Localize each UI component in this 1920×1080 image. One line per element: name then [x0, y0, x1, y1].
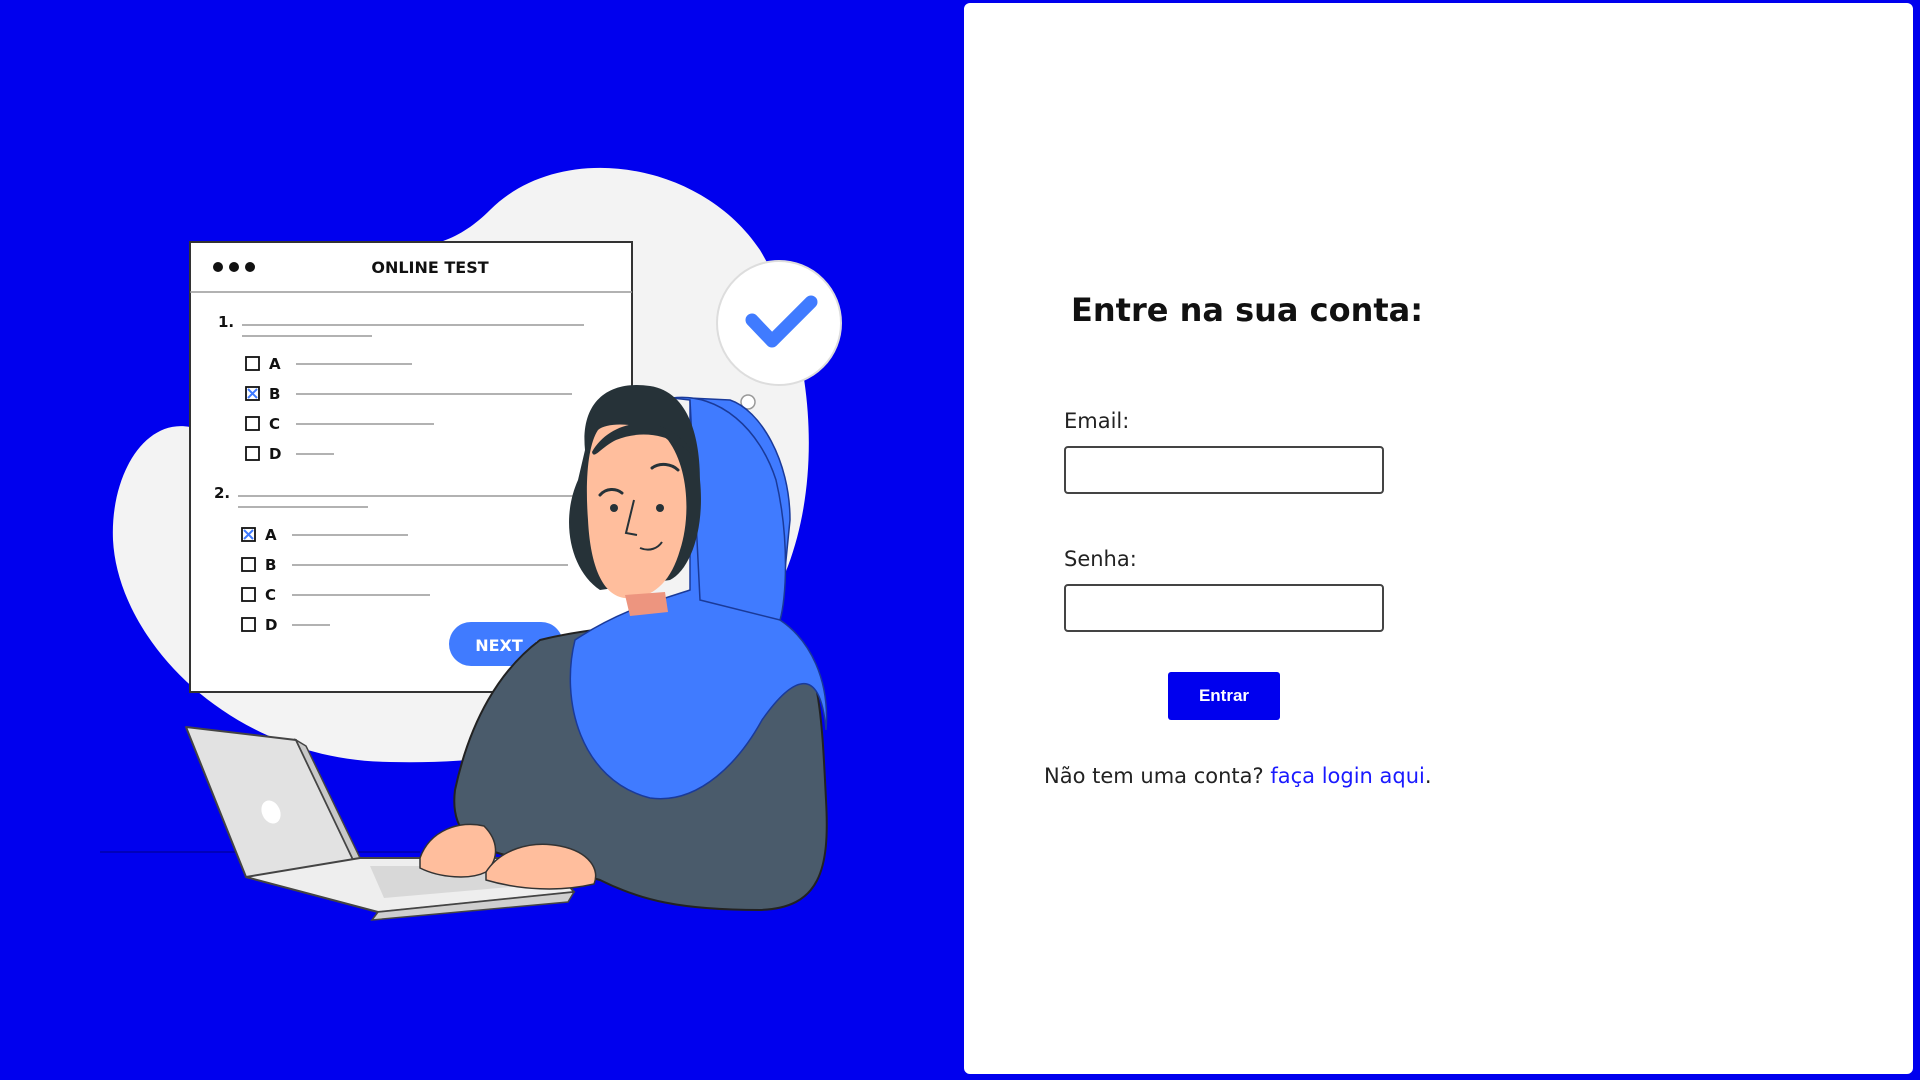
option-label: D [265, 616, 277, 634]
password-label: Senha: [1064, 547, 1137, 571]
login-title: Entre na sua conta: [1071, 291, 1424, 329]
login-submit-button[interactable]: Entrar [1168, 672, 1280, 720]
window-dot-icon [229, 262, 239, 272]
illustration-panel: ONLINE TEST 1. A B C D 2. A B C D NEXT [0, 0, 960, 1080]
signup-suffix: . [1424, 764, 1432, 788]
question-number: 2. [214, 484, 230, 502]
password-field[interactable] [1064, 584, 1384, 632]
option-label: C [269, 415, 280, 433]
option-label: A [265, 526, 277, 544]
test-window: ONLINE TEST 1. A B C D 2. A B C D NEXT [189, 241, 633, 693]
signup-prefix: Não tem uma conta? [1044, 764, 1264, 788]
next-button-label: NEXT [475, 636, 523, 655]
checkbox-icon [245, 356, 260, 371]
window-dot-icon [213, 262, 223, 272]
signup-prompt: Não tem uma conta? faça login aqui. [1044, 764, 1432, 788]
option-label: B [265, 556, 276, 574]
signup-link[interactable]: faça login aqui [1270, 764, 1425, 788]
checkbox-icon [241, 617, 256, 632]
check-bubble [716, 260, 842, 386]
option-label: D [269, 445, 281, 463]
window-dot-icon [245, 262, 255, 272]
login-panel: Entre na sua conta: Email: Senha: Entrar… [962, 1, 1915, 1076]
option-label: A [269, 355, 281, 373]
email-field[interactable] [1064, 446, 1384, 494]
window-title: ONLINE TEST [371, 258, 488, 277]
question-number: 1. [218, 313, 234, 331]
checkbox-icon [241, 587, 256, 602]
checkbox-icon [245, 446, 260, 461]
email-label: Email: [1064, 409, 1130, 433]
checkbox-icon [245, 416, 260, 431]
online-test-illustration: ONLINE TEST 1. A B C D 2. A B C D NEXT [100, 167, 842, 921]
option-label: B [269, 385, 280, 403]
option-label: C [265, 586, 276, 604]
checkbox-icon [241, 557, 256, 572]
